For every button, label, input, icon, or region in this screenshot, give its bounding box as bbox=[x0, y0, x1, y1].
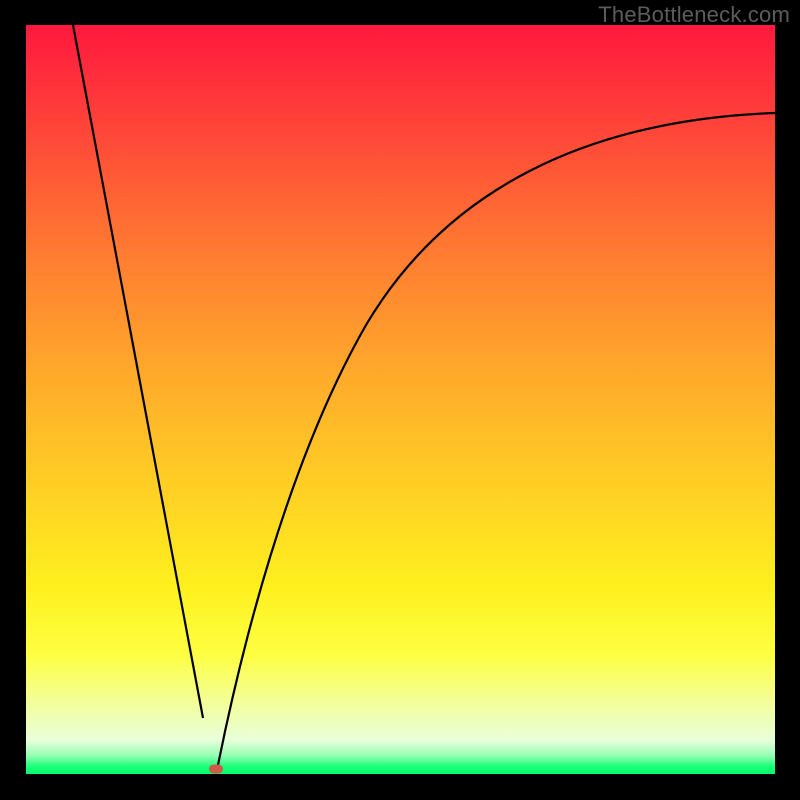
bottleneck-curve bbox=[26, 25, 775, 774]
chart-frame: TheBottleneck.com bbox=[0, 0, 800, 800]
optimal-point-marker bbox=[209, 764, 223, 773]
watermark-text: TheBottleneck.com bbox=[598, 2, 790, 28]
curve-right-branch bbox=[217, 113, 775, 770]
plot-area bbox=[26, 25, 775, 774]
curve-left-branch bbox=[73, 25, 203, 718]
